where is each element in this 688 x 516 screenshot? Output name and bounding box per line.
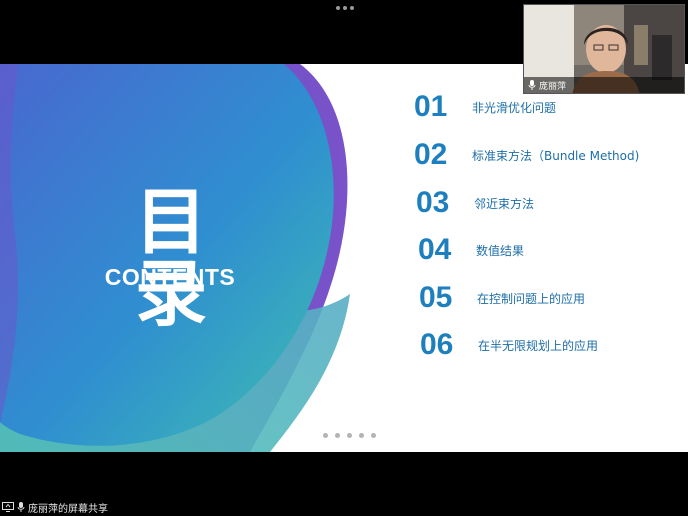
toc-label: 在控制问题上的应用: [477, 291, 586, 306]
toc-label: 数值结果: [476, 243, 525, 258]
screen-share-status: 庞丽萍的屏幕共享: [0, 498, 688, 516]
screen-share-icon: [2, 502, 14, 512]
toc-label: 邻近束方法: [474, 196, 535, 211]
toc-number: 06: [420, 328, 454, 361]
toc-label: 标准束方法（Bundle Method): [472, 148, 640, 163]
toc-number: 04: [418, 233, 452, 266]
toc-label: 非光滑优化问题: [472, 100, 557, 115]
toc-item-02: 02 标准束方法（Bundle Method): [414, 140, 639, 170]
participant-name-bar: 庞丽萍: [524, 77, 684, 93]
toc-number: 03: [416, 186, 450, 219]
microphone-icon: [528, 80, 536, 90]
toc-item-04: 04 数值结果: [418, 235, 524, 265]
toc-item-05: 05 在控制问题上的应用: [419, 283, 585, 313]
participant-video[interactable]: 庞丽萍: [523, 4, 685, 94]
pager-dot[interactable]: [335, 433, 340, 438]
slide-title: 目录: [134, 180, 209, 336]
toc-item-03: 03 邻近束方法: [416, 188, 534, 218]
pager-dot[interactable]: [371, 433, 376, 438]
toc-item-06: 06 在半无限规划上的应用: [420, 330, 598, 360]
pager-dot[interactable]: [323, 433, 328, 438]
participant-name: 庞丽萍: [539, 81, 567, 92]
screen-share-label: 庞丽萍的屏幕共享: [28, 503, 108, 515]
toc-number: 05: [419, 281, 453, 314]
more-options-dots[interactable]: [336, 6, 354, 10]
toc-number: 02: [414, 138, 448, 171]
slide-pager[interactable]: [323, 433, 376, 438]
pager-dot[interactable]: [359, 433, 364, 438]
slide-subtitle: CONTENTS: [104, 264, 236, 290]
toc-label: 在半无限规划上的应用: [478, 338, 599, 353]
toc-number: 01: [414, 90, 448, 123]
shared-slide: 目录 CONTENTS 01 非光滑优化问题 02 标准束方法（Bundle M…: [0, 64, 688, 452]
microphone-icon: [17, 502, 25, 512]
pager-dot[interactable]: [347, 433, 352, 438]
toc-item-01: 01 非光滑优化问题: [414, 92, 556, 122]
